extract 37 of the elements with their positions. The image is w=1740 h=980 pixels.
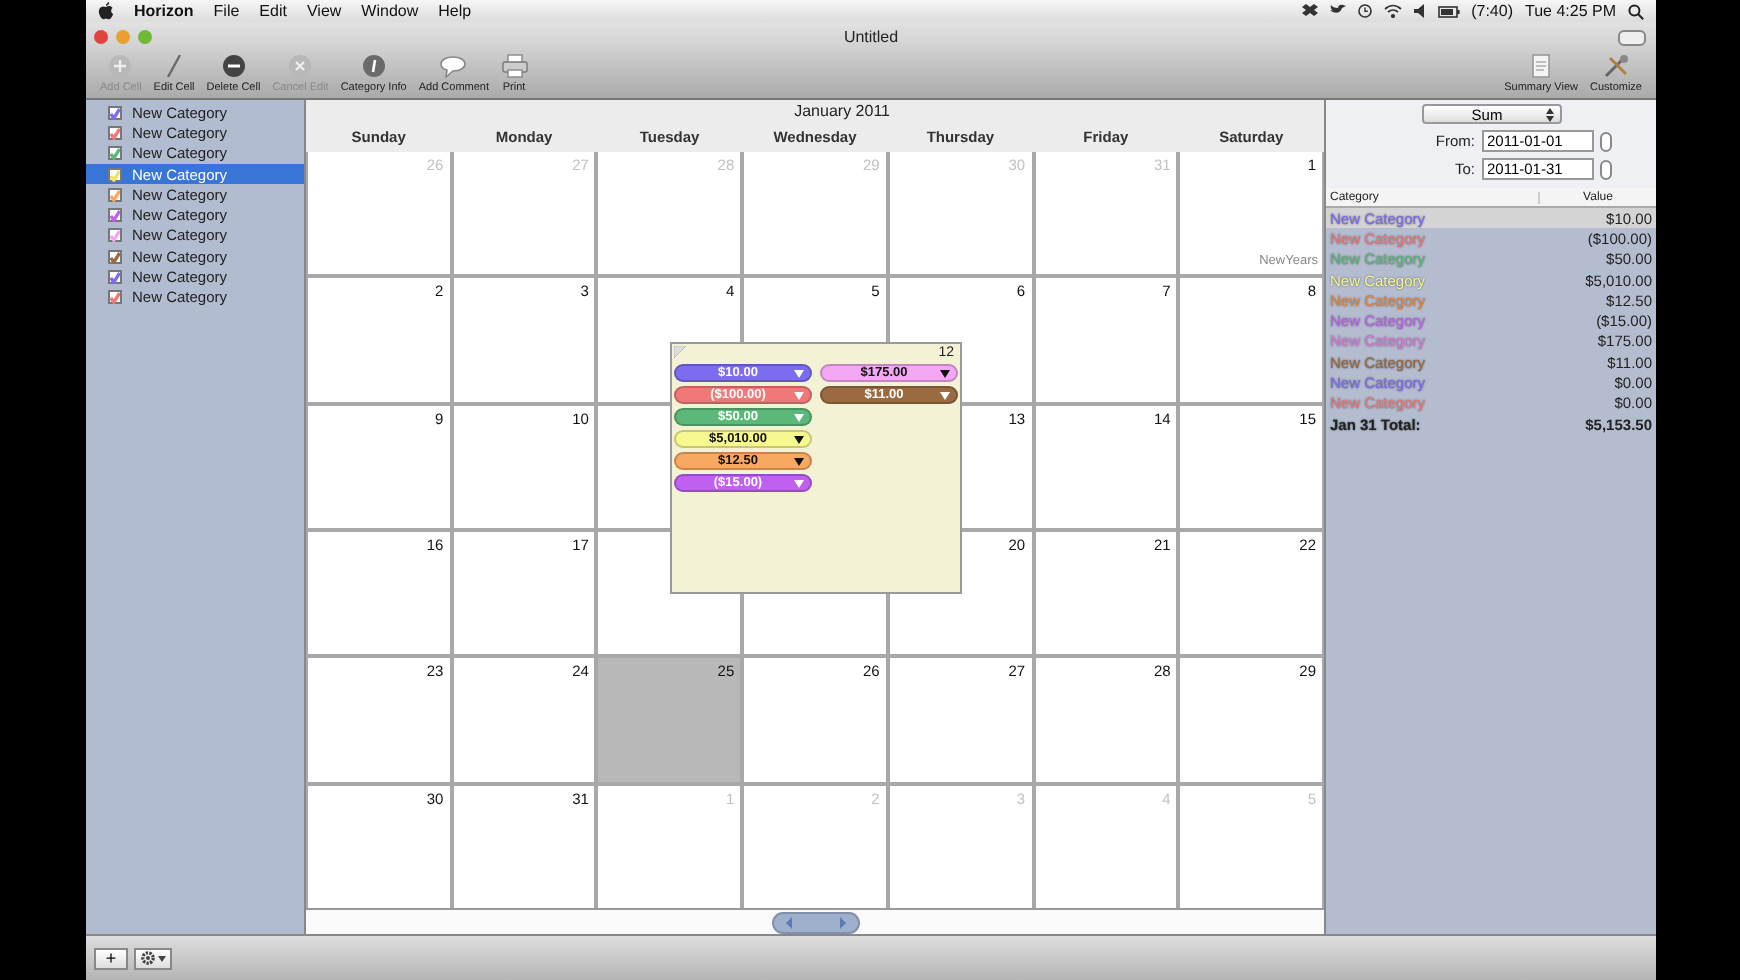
dropdown-arrow-icon[interactable]	[940, 369, 950, 377]
menu-item[interactable]: Help	[438, 2, 472, 20]
close-button[interactable]	[94, 29, 108, 43]
speaker-icon[interactable]	[1413, 4, 1426, 18]
corner-fold-icon	[674, 346, 688, 360]
search-icon[interactable]	[1628, 3, 1644, 19]
bird-icon[interactable]	[1329, 4, 1346, 18]
menu-item[interactable]: File	[213, 2, 240, 20]
month-title: January 2011	[792, 100, 892, 124]
battery-time[interactable]: (7:40)	[1471, 2, 1513, 20]
app-menu[interactable]: Horizon	[134, 2, 194, 20]
scroller-control[interactable]	[771, 911, 859, 933]
gear-menu-button[interactable]	[134, 947, 172, 969]
document-icon	[1532, 54, 1551, 78]
pencil-icon	[166, 54, 183, 78]
menu-item[interactable]: Window	[361, 2, 419, 20]
info-icon	[361, 54, 386, 78]
toolbar-toggle-button[interactable]	[1618, 30, 1646, 46]
up-down-arrows-icon	[1545, 107, 1553, 121]
tools-icon	[1603, 54, 1629, 78]
speech-bubble-icon	[440, 56, 467, 78]
add-icon	[108, 54, 133, 78]
clock-icon[interactable]	[1357, 4, 1372, 18]
dropdown-arrow-icon[interactable]	[794, 435, 804, 443]
apple-logo-icon[interactable]	[98, 2, 114, 20]
wifi-icon[interactable]	[1383, 4, 1402, 18]
delete-icon	[221, 54, 246, 78]
add-button[interactable]: +	[94, 947, 128, 969]
window-title: Untitled	[843, 27, 899, 45]
caret-icon	[158, 955, 166, 961]
menu-item[interactable]: Edit	[259, 2, 287, 20]
menu-item[interactable]: View	[306, 2, 342, 20]
gear-icon	[140, 950, 156, 966]
menu-clock[interactable]: Tue 4:25 PM	[1524, 2, 1616, 20]
dropdown-arrow-icon[interactable]	[794, 457, 804, 465]
battery-icon[interactable]	[1437, 5, 1460, 17]
cancel-icon	[288, 54, 313, 78]
